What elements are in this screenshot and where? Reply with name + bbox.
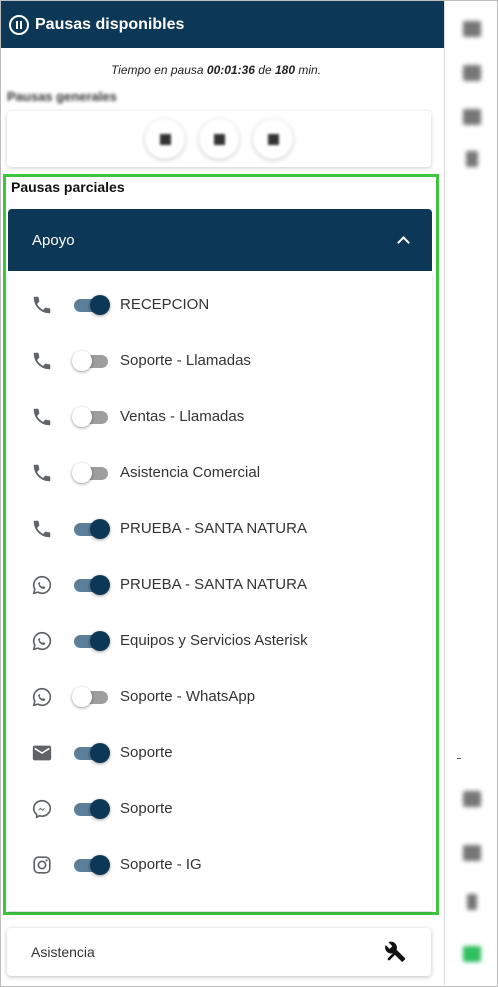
- pause-label: Soporte - WhatsApp: [120, 688, 256, 705]
- time-limit: 180: [275, 63, 296, 77]
- whatsapp-icon: [30, 629, 54, 653]
- panel-title: Pausas disponibles: [35, 15, 185, 33]
- phone-icon: [30, 405, 54, 429]
- pause-timer: Tiempo en pausa 00:01:36 de 180 min.: [110, 63, 322, 77]
- toolbar-icon[interactable]: [466, 151, 478, 167]
- pause-label: Soporte - Llamadas: [120, 352, 251, 369]
- pause-item: PRUEBA - SANTA NATURA: [8, 509, 432, 549]
- pause-toggle[interactable]: [72, 462, 110, 484]
- phone-icon: [30, 517, 54, 541]
- pause-item: Ventas - Llamadas: [8, 397, 432, 437]
- pauses-panel: Pausas disponibles Tiempo en pausa 00:01…: [1, 1, 445, 985]
- general-pause-button[interactable]: [253, 119, 293, 159]
- pause-toggle[interactable]: [72, 350, 110, 372]
- messenger-icon: [30, 797, 54, 821]
- toolbar-icon[interactable]: [463, 109, 481, 125]
- general-pause-button[interactable]: [199, 119, 239, 159]
- pause-label: Ventas - Llamadas: [120, 408, 245, 425]
- pause-label: RECEPCION: [120, 296, 210, 313]
- pause-toggle[interactable]: [72, 630, 110, 652]
- whatsapp-icon: [30, 685, 54, 709]
- toolbar-icon[interactable]: [463, 791, 481, 807]
- toolbar-icon[interactable]: [463, 21, 481, 37]
- pause-label: Soporte: [120, 800, 173, 817]
- toolbar-icon[interactable]: [463, 946, 481, 962]
- pause-toggle[interactable]: [72, 742, 110, 764]
- pause-item: Soporte - Llamadas: [8, 341, 432, 381]
- whatsapp-icon: [30, 573, 54, 597]
- tools-icon: [385, 941, 406, 962]
- elapsed-time: 00:01:36: [206, 63, 255, 77]
- pause-item: RECEPCION: [8, 285, 432, 325]
- pause-item: Asistencia Comercial: [8, 453, 432, 493]
- pause-label: PRUEBA - SANTA NATURA: [120, 576, 307, 593]
- toolbar-icon[interactable]: [467, 894, 477, 910]
- pause-item: Soporte - IG: [8, 845, 432, 885]
- pause-toggle[interactable]: [72, 406, 110, 428]
- pause-label: PRUEBA - SANTA NATURA: [120, 520, 307, 537]
- pause-toggle[interactable]: [72, 854, 110, 876]
- pause-circle-icon: [9, 14, 29, 35]
- pause-item: Soporte: [8, 789, 432, 829]
- pause-toggle[interactable]: [72, 518, 110, 540]
- general-pauses-card: [7, 111, 431, 167]
- toolbar-icon[interactable]: [463, 65, 481, 81]
- pause-toggle[interactable]: [72, 686, 110, 708]
- phone-icon: [30, 293, 54, 317]
- pause-item: Soporte - WhatsApp: [8, 677, 432, 717]
- pause-item: Soporte: [8, 733, 432, 773]
- general-pauses-title: Pausas generales: [7, 89, 117, 104]
- pause-label: Equipos y Servicios Asterisk: [120, 632, 308, 649]
- pause-label: Soporte - IG: [120, 856, 202, 873]
- pause-toggle[interactable]: [72, 294, 110, 316]
- accordion-header-apoyo[interactable]: Apoyo: [8, 209, 432, 271]
- pause-label: Asistencia Comercial: [120, 464, 261, 481]
- assist-button[interactable]: Asistencia: [7, 928, 431, 976]
- pause-label: Soporte: [120, 744, 173, 761]
- partial-pauses-highlight: Pausas parciales Apoyo RECEPCION Soporte …: [3, 174, 439, 915]
- partial-pauses-title: Pausas parciales: [11, 179, 125, 195]
- general-pause-button[interactable]: [145, 119, 185, 159]
- pause-item: Equipos y Servicios Asterisk: [8, 621, 432, 661]
- assist-label: Asistencia: [31, 944, 95, 960]
- panel-header: Pausas disponibles: [1, 1, 444, 48]
- toolbar-divider: [457, 758, 461, 759]
- accordion-body: RECEPCION Soporte - Llamadas Ventas - Llam…: [8, 271, 432, 911]
- accordion-title: Apoyo: [32, 231, 75, 249]
- right-toolbar: [445, 1, 497, 985]
- phone-icon: [30, 461, 54, 485]
- pause-toggle[interactable]: [72, 574, 110, 596]
- email-icon: [30, 741, 54, 765]
- chevron-up-icon: [397, 236, 410, 249]
- pause-toggle[interactable]: [72, 798, 110, 820]
- instagram-icon: [30, 853, 54, 877]
- pause-item: PRUEBA - SANTA NATURA: [8, 565, 432, 605]
- phone-icon: [30, 349, 54, 373]
- toolbar-icon[interactable]: [463, 845, 481, 861]
